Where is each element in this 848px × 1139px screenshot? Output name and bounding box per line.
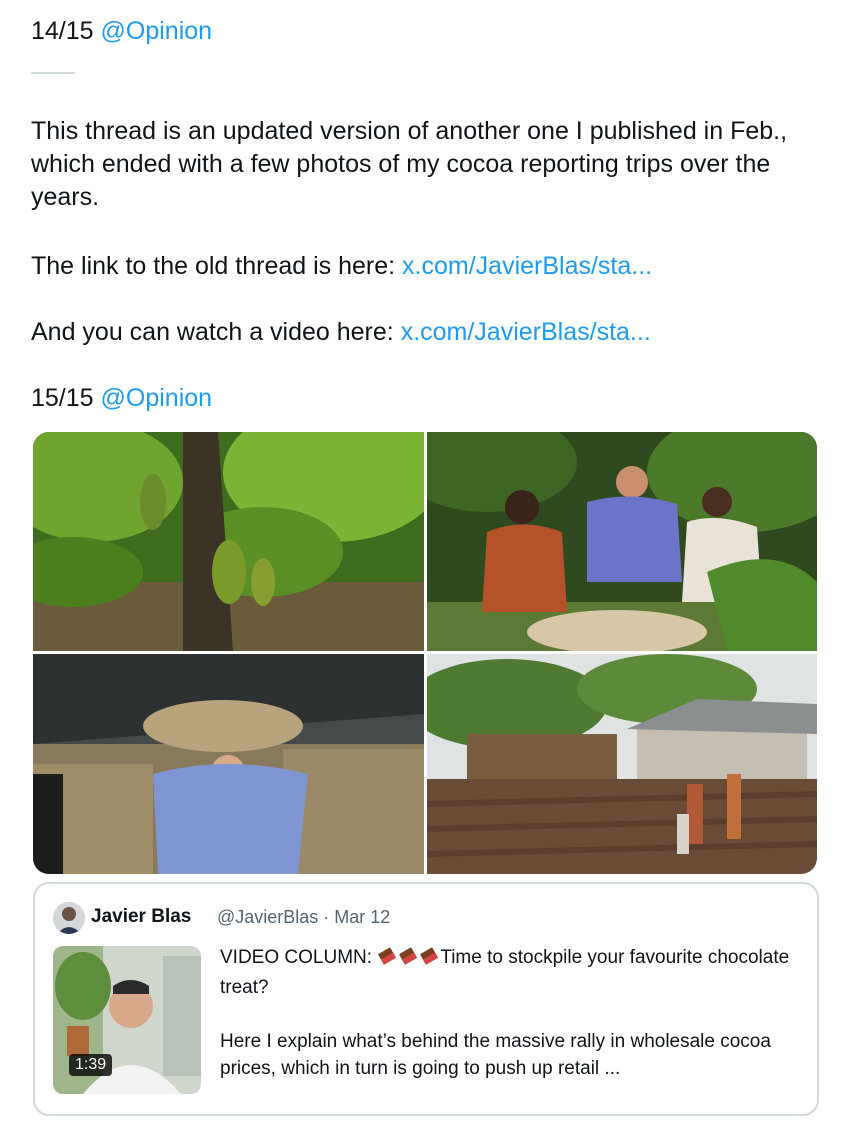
quoted-post-card[interactable]: Javier Blas @JavierBlas · Mar 12 1:39 VI…	[33, 882, 819, 1116]
author-name[interactable]: Javier Blas	[91, 906, 191, 928]
quoted-post-text: VIDEO COLUMN: Time to stockpile your fav…	[220, 944, 800, 1082]
chocolate-bar-icon	[398, 946, 418, 974]
author-handle-date[interactable]: @JavierBlas · Mar 12	[217, 907, 390, 928]
author-avatar[interactable]	[53, 902, 85, 934]
video-line: And you can watch a video here: x.com/Ja…	[31, 316, 651, 349]
video-label: And you can watch a video here:	[31, 318, 401, 346]
chocolate-bar-icon	[419, 946, 439, 974]
mention-link[interactable]: @Opinion	[101, 17, 213, 45]
video-link[interactable]: x.com/JavierBlas/sta...	[401, 318, 651, 346]
quote-line-1: VIDEO COLUMN: Time to stockpile your fav…	[220, 944, 800, 1001]
old-thread-link[interactable]: x.com/JavierBlas/sta...	[402, 252, 652, 280]
mention-link[interactable]: @Opinion	[101, 384, 213, 412]
farmers-with-cocoa-beans-photo[interactable]	[427, 432, 817, 651]
old-thread-label: The link to the old thread is here:	[31, 252, 403, 280]
video-column-label: VIDEO COLUMN:	[220, 947, 378, 968]
tweet-body: This thread is an updated version of ano…	[31, 117, 788, 211]
old-thread-line: The link to the old thread is here: x.co…	[31, 250, 652, 283]
thread-counter: 14/15	[31, 17, 94, 45]
tweet-header-15: 15/15 @Opinion	[31, 382, 212, 415]
thread-separator	[31, 72, 75, 74]
photo-grid	[33, 432, 817, 874]
video-duration-badge: 1:39	[69, 1054, 113, 1076]
thread-counter: 15/15	[31, 384, 94, 412]
tweet-header-14: 14/15 @Opinion	[31, 15, 212, 48]
village-farm-photo[interactable]	[427, 654, 817, 874]
quote-line-2: Here I explain what’s behind the massive…	[220, 1031, 771, 1079]
cocoa-tree-photo[interactable]	[33, 432, 424, 651]
man-carrying-cocoa-sack-photo[interactable]	[33, 654, 424, 874]
chocolate-bar-icon	[377, 946, 397, 974]
